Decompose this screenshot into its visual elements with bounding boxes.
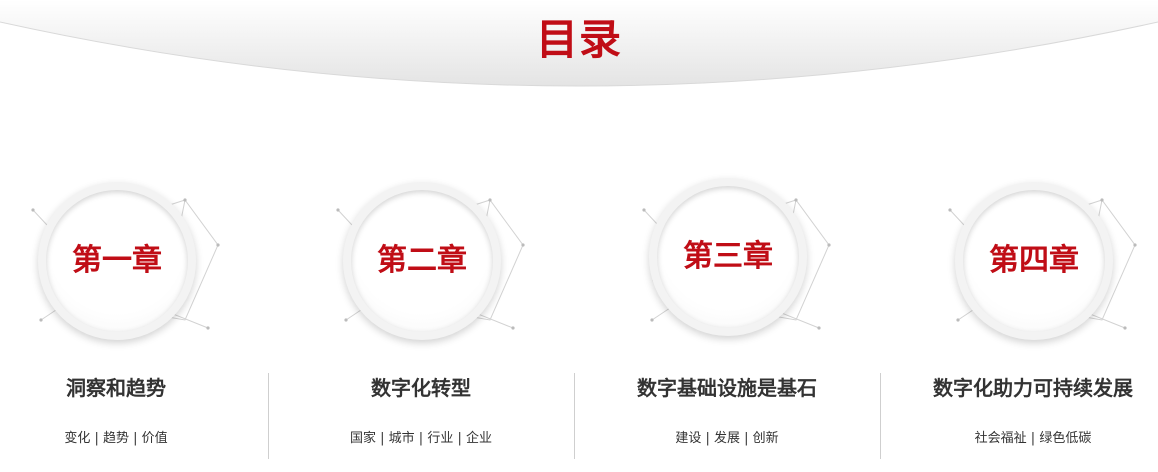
chapter-subtitle: 建设 | 发展 | 创新 [675, 431, 779, 446]
chapter-circle: 第一章 [38, 182, 196, 340]
chapter-card-2[interactable]: 第二章 数字化转型 国家 | 城市 | 行业 | 企业 [268, 170, 574, 470]
chapter-title: 数字基础设施是基石 [637, 376, 817, 400]
chapter-circle: 第四章 [955, 182, 1113, 340]
chapter-title: 洞察和趋势 [66, 376, 166, 400]
chapter-card-3[interactable]: 第三章 数字基础设施是基石 建设 | 发展 | 创新 [574, 170, 880, 470]
chapter-circle: 第三章 [649, 178, 807, 336]
chapter-card-4[interactable]: 第四章 数字化助力可持续发展 社会福祉 | 绿色低碳 [880, 170, 1158, 470]
chapter-label: 第三章 [683, 239, 773, 274]
page-title: 目录 [535, 15, 622, 64]
chapter-card-1[interactable]: 第一章 洞察和趋势 变化 | 趋势 | 价值 [0, 170, 269, 470]
chapter-label: 第一章 [72, 243, 162, 278]
chapter-label: 第二章 [377, 243, 467, 278]
chapter-label: 第四章 [989, 243, 1079, 278]
chapter-title: 数字化助力可持续发展 [933, 376, 1133, 400]
chapter-subtitle: 变化 | 趋势 | 价值 [64, 431, 168, 446]
chapter-title: 数字化转型 [371, 376, 471, 400]
chapter-circle: 第二章 [343, 182, 501, 340]
chapter-subtitle: 社会福祉 | 绿色低碳 [974, 431, 1092, 446]
chapter-subtitle: 国家 | 城市 | 行业 | 企业 [350, 431, 492, 446]
